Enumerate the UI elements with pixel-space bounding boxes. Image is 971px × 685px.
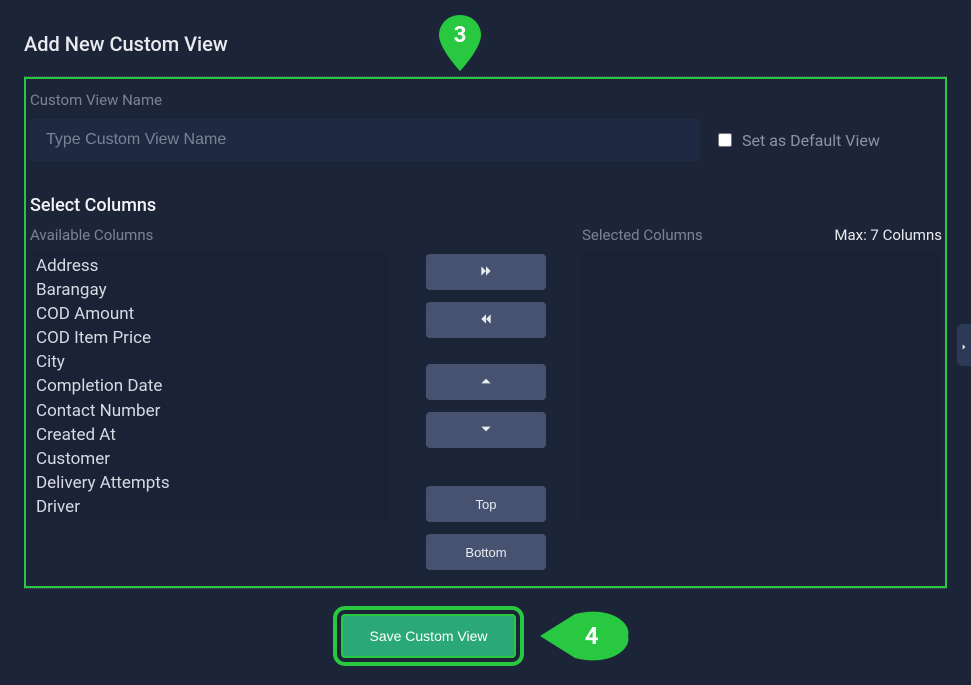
chevron-right-icon	[960, 336, 968, 355]
list-item[interactable]: Created At	[32, 423, 388, 447]
move-up-button[interactable]	[426, 364, 546, 400]
list-item[interactable]: Customer	[32, 447, 388, 471]
available-columns-list[interactable]: AddressBarangayCOD AmountCOD Item PriceC…	[30, 250, 390, 520]
list-item[interactable]: Completion Date	[32, 374, 388, 398]
move-buttons-column: Top Bottom	[390, 226, 582, 570]
list-item[interactable]: Driver	[32, 495, 388, 519]
default-view-checkbox[interactable]	[718, 133, 732, 147]
list-item[interactable]: City	[32, 350, 388, 374]
move-all-left-button[interactable]	[426, 302, 546, 338]
selected-columns-label: Selected Columns	[582, 226, 703, 244]
side-expand-tab[interactable]	[957, 324, 971, 366]
max-columns-label: Max: 7 Columns	[834, 226, 942, 244]
custom-name-label: Custom View Name	[30, 91, 941, 109]
double-chevron-left-icon	[479, 312, 493, 329]
list-item[interactable]: Delivery Attempts	[32, 471, 388, 495]
custom-view-name-input[interactable]	[30, 119, 700, 161]
selected-columns-list[interactable]	[582, 250, 942, 520]
list-item[interactable]: Barangay	[32, 278, 388, 302]
list-item[interactable]: Group Route	[32, 519, 388, 520]
divider-bottom	[24, 588, 947, 589]
save-custom-view-button[interactable]: Save Custom View	[341, 614, 515, 658]
move-bottom-button[interactable]: Bottom	[426, 534, 546, 570]
default-view-label: Set as Default View	[742, 131, 880, 150]
move-all-right-button[interactable]	[426, 254, 546, 290]
annotation-marker-4: 4	[540, 611, 630, 661]
list-item[interactable]: COD Amount	[32, 302, 388, 326]
select-columns-title: Select Columns	[30, 195, 941, 216]
page-title: Add New Custom View	[24, 32, 947, 56]
list-item[interactable]: COD Item Price	[32, 326, 388, 350]
double-chevron-right-icon	[479, 264, 493, 281]
selected-columns-block: Selected Columns Max: 7 Columns	[582, 226, 942, 520]
list-item[interactable]: Address	[32, 254, 388, 278]
available-columns-label: Available Columns	[30, 226, 153, 244]
available-columns-block: Available Columns AddressBarangayCOD Amo…	[30, 226, 390, 520]
move-down-button[interactable]	[426, 412, 546, 448]
chevron-down-icon	[479, 422, 493, 439]
chevron-up-icon	[479, 374, 493, 391]
annotation-marker-3: 3	[436, 15, 484, 71]
move-top-button[interactable]: Top	[426, 486, 546, 522]
custom-view-panel: Custom View Name Set as Default View Sel…	[24, 77, 947, 588]
default-view-row[interactable]: Set as Default View	[718, 131, 880, 150]
list-item[interactable]: Contact Number	[32, 399, 388, 423]
